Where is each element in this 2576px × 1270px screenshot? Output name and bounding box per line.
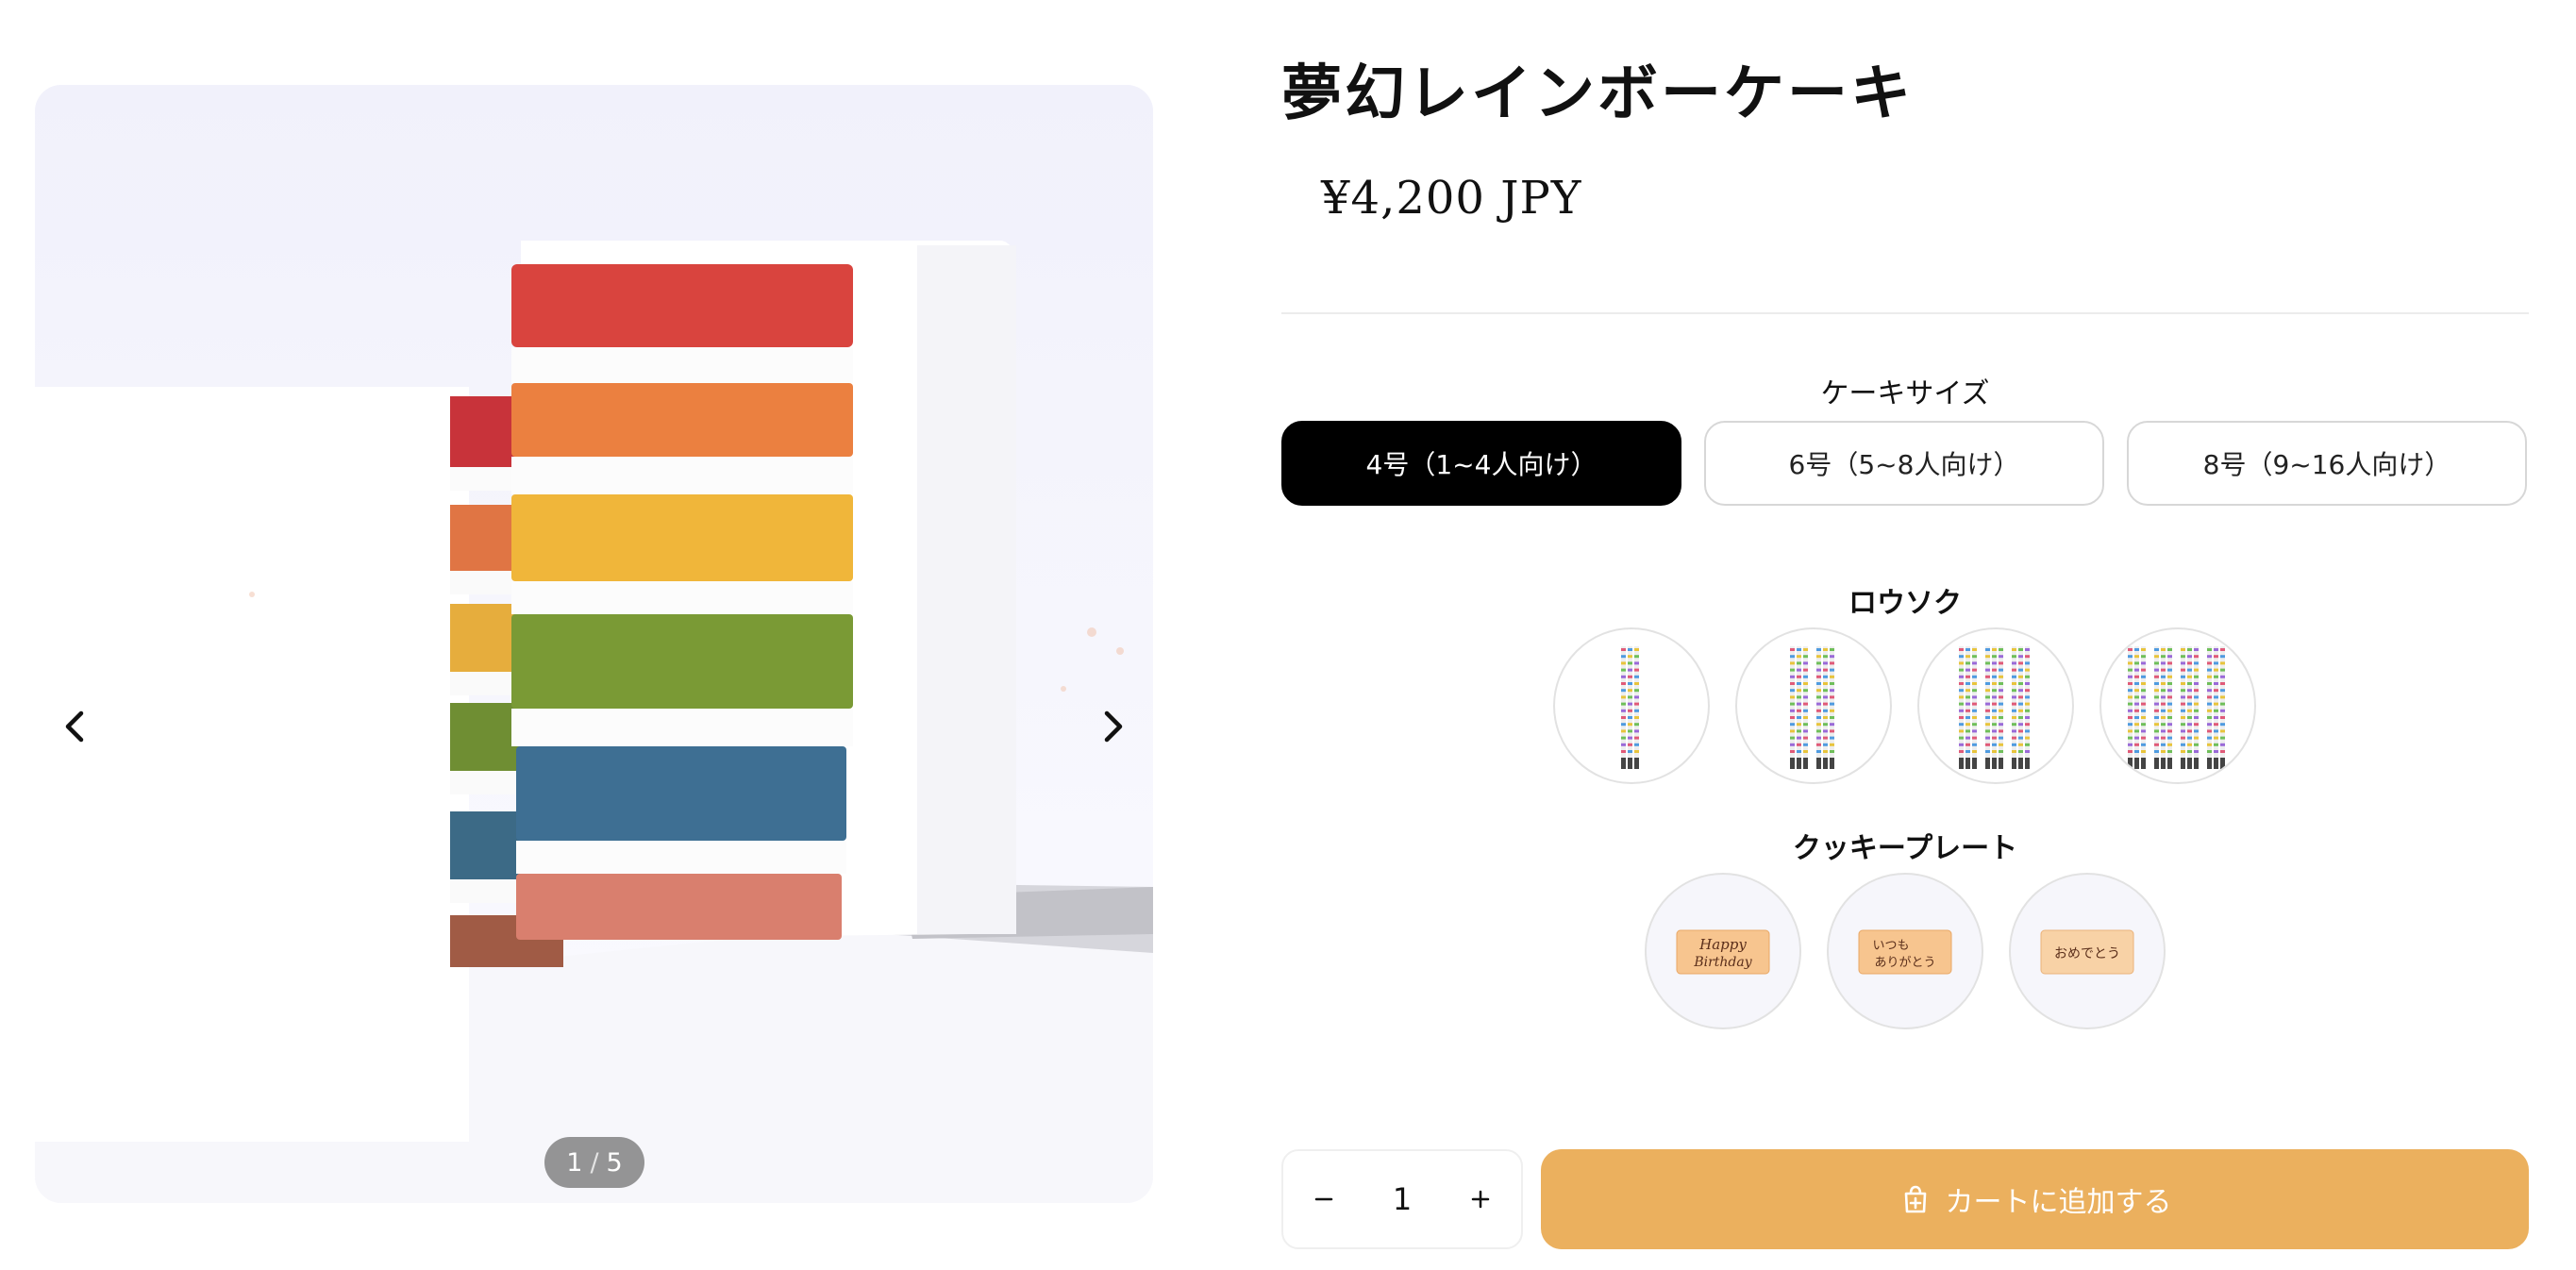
- candle-stick: [1803, 646, 1808, 769]
- cookie-swatch-omedetou[interactable]: おめでとう: [2009, 873, 2166, 1029]
- candle-stick: [2161, 646, 2166, 769]
- candle-stick: [2194, 646, 2199, 769]
- candle-stick: [2128, 646, 2133, 769]
- candle-stick: [1959, 646, 1964, 769]
- product-price: ¥4,200 JPY: [1321, 172, 1582, 225]
- minus-icon: [1314, 1197, 1333, 1201]
- cookie-text-line2: Birthday: [1693, 955, 1752, 970]
- candle-stick: [1816, 646, 1821, 769]
- plus-icon: [1471, 1190, 1490, 1209]
- candle-stick: [2025, 646, 2030, 769]
- size-option-8[interactable]: 8号（9~16人向け）: [2127, 421, 2527, 506]
- chevron-right-icon: [1104, 710, 1123, 743]
- candle-stick: [1823, 646, 1828, 769]
- cookie-text-line1: Happy: [1698, 936, 1747, 953]
- cart-add-icon: [1904, 1185, 1926, 1213]
- candle-stick: [1985, 646, 1990, 769]
- gallery-next-button[interactable]: [1076, 689, 1151, 764]
- candle-stick: [2214, 646, 2218, 769]
- candle-stick: [2167, 646, 2172, 769]
- candle-stick: [2018, 646, 2023, 769]
- size-option-label: ケーキサイズ: [1820, 377, 1990, 410]
- candle-stick: [1830, 646, 1834, 769]
- product-title: 夢幻レインボーケーキ: [1281, 58, 1914, 129]
- candle-stick: [2207, 646, 2212, 769]
- candle-stick: [1965, 646, 1970, 769]
- cookie-text-line1: おめでとう: [2054, 946, 2120, 961]
- cookie-text-line1: いつも: [1872, 939, 1909, 953]
- cookie-plate-image: Happy Birthday: [1676, 929, 1770, 975]
- size-option-6[interactable]: 6号（5~8人向け）: [1704, 421, 2104, 506]
- candle-image: [1959, 646, 2030, 769]
- candle-stick: [2187, 646, 2192, 769]
- divider: [1281, 312, 2529, 314]
- quantity-increase-button[interactable]: [1440, 1151, 1521, 1247]
- candle-stick: [1634, 646, 1639, 769]
- quantity-decrease-button[interactable]: [1283, 1151, 1364, 1247]
- candle-swatch-2[interactable]: [1735, 627, 1892, 784]
- quantity-value[interactable]: 1: [1364, 1181, 1440, 1217]
- candle-stick: [2181, 646, 2185, 769]
- cookie-text-line2: ありがとう: [1874, 956, 1935, 970]
- candle-stick: [1992, 646, 1997, 769]
- candle-swatch-1[interactable]: [1553, 627, 1710, 784]
- product-gallery[interactable]: 1 / 5: [35, 85, 1153, 1203]
- cookie-option-label: クッキープレート: [1792, 832, 2018, 865]
- candle-image: [1621, 646, 1639, 769]
- candle-image: [2128, 646, 2225, 769]
- cookie-swatch-happy-birthday[interactable]: Happy Birthday: [1645, 873, 1801, 1029]
- cookie-plate-image: いつも ありがとう: [1858, 929, 1952, 975]
- add-to-cart-label: カートに追加する: [1945, 1186, 2172, 1219]
- slide-current: 1: [566, 1147, 583, 1178]
- candle-stick: [2134, 646, 2139, 769]
- candle-stick: [2220, 646, 2225, 769]
- slide-counter: 1 / 5: [544, 1137, 644, 1188]
- candle-stick: [1972, 646, 1977, 769]
- cookie-plate-image: おめでとう: [2040, 929, 2134, 975]
- candle-stick: [1628, 646, 1632, 769]
- candle-stick: [2012, 646, 2016, 769]
- product-image: [35, 85, 1153, 1203]
- candle-stick: [1621, 646, 1626, 769]
- chevron-left-icon: [65, 710, 84, 743]
- cookie-swatch-itsumo-arigatou[interactable]: いつも ありがとう: [1827, 873, 1983, 1029]
- size-option-4[interactable]: 4号（1~4人向け）: [1281, 421, 1681, 506]
- candle-image: [1790, 646, 1834, 769]
- slide-separator: /: [590, 1147, 599, 1178]
- gallery-prev-button[interactable]: [37, 689, 112, 764]
- candle-stick: [1790, 646, 1795, 769]
- candle-swatch-4[interactable]: [2099, 627, 2256, 784]
- add-to-cart-button[interactable]: カートに追加する: [1541, 1149, 2529, 1249]
- candle-stick: [1797, 646, 1801, 769]
- candle-swatch-3[interactable]: [1917, 627, 2074, 784]
- candle-stick: [2141, 646, 2146, 769]
- candle-stick: [2154, 646, 2159, 769]
- slide-total: 5: [606, 1147, 623, 1178]
- quantity-stepper: 1: [1281, 1149, 1523, 1249]
- candle-stick: [1999, 646, 2003, 769]
- candle-option-label: ロウソク: [1848, 587, 1962, 620]
